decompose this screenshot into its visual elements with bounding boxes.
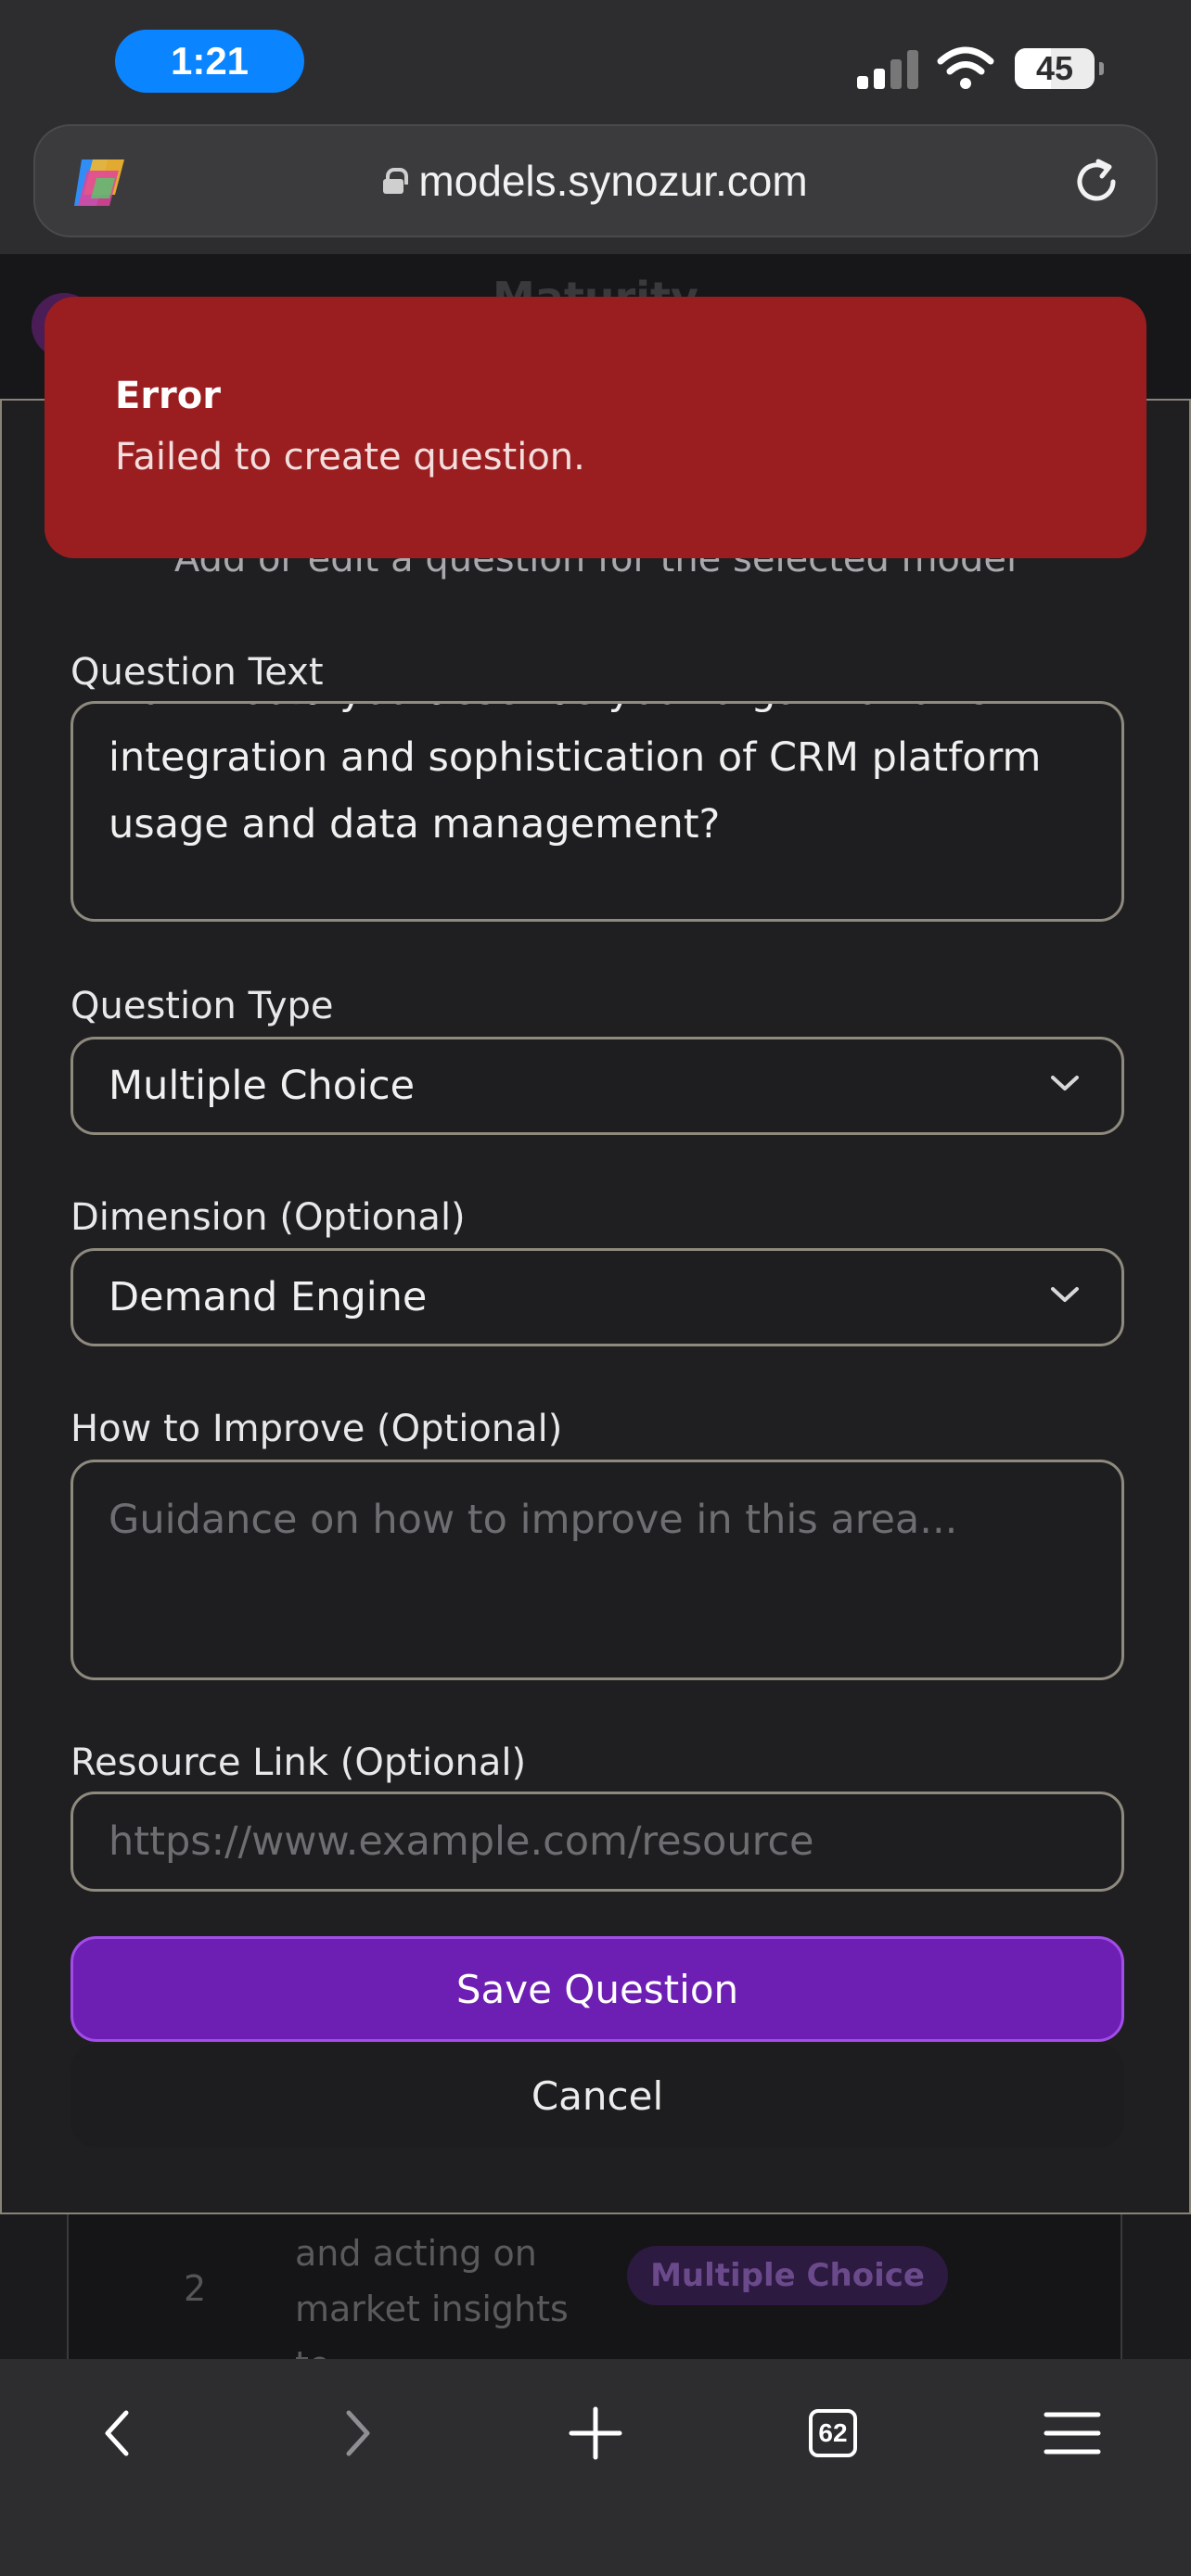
question-text-field[interactable]: How would you describe your organization… bbox=[70, 701, 1124, 922]
lock-icon bbox=[383, 168, 409, 194]
wifi-icon bbox=[937, 46, 994, 89]
cellular-signal-icon bbox=[857, 48, 918, 89]
question-type-label: Question Type bbox=[70, 985, 334, 1027]
hamburger-menu-icon bbox=[1044, 2412, 1101, 2455]
battery-icon: 45 bbox=[1015, 48, 1104, 89]
browser-top-chrome: 1:21 45 models.synozur.com bbox=[0, 0, 1191, 254]
address-bar[interactable]: models.synozur.com bbox=[33, 124, 1158, 237]
question-dialog: Add or edit a question for the selected … bbox=[0, 399, 1191, 2214]
chevron-right-icon bbox=[346, 2410, 370, 2456]
browser-bottom-toolbar: 62 bbox=[0, 2359, 1191, 2576]
new-tab-button[interactable] bbox=[558, 2396, 633, 2470]
toast-title: Error bbox=[115, 375, 221, 417]
chevron-down-icon bbox=[1051, 1076, 1079, 1090]
dimension-label: Dimension (Optional) bbox=[70, 1196, 466, 1239]
chevron-left-icon bbox=[105, 2410, 129, 2456]
how-to-improve-label: How to Improve (Optional) bbox=[70, 1408, 563, 1450]
resource-link-field[interactable]: https://www.example.com/resource bbox=[70, 1792, 1124, 1892]
row-question-text: and acting on market insights to bbox=[295, 2233, 569, 2361]
how-to-improve-placeholder: Guidance on how to improve in this area.… bbox=[109, 1497, 958, 1543]
save-question-button[interactable]: Save Question bbox=[70, 1936, 1124, 2042]
forward-button[interactable] bbox=[321, 2396, 395, 2470]
cancel-button[interactable]: Cancel bbox=[70, 2044, 1124, 2148]
resource-link-placeholder: https://www.example.com/resource bbox=[109, 1818, 814, 1865]
reload-icon[interactable] bbox=[1070, 156, 1122, 208]
question-type-badge: Multiple Choice bbox=[627, 2246, 948, 2305]
question-type-value: Multiple Choice bbox=[109, 1063, 416, 1109]
dimension-select[interactable]: Demand Engine bbox=[70, 1248, 1124, 1346]
question-type-select[interactable]: Multiple Choice bbox=[70, 1037, 1124, 1135]
tabs-button[interactable]: 62 bbox=[796, 2396, 870, 2470]
background-table-row: 2 and acting on market insights to Multi… bbox=[67, 2213, 1122, 2361]
menu-button[interactable] bbox=[1035, 2396, 1109, 2470]
chevron-down-icon bbox=[1051, 1287, 1079, 1302]
toast-message: Failed to create question. bbox=[115, 436, 585, 478]
back-button[interactable] bbox=[80, 2396, 154, 2470]
question-text-value: How would you describe your organization… bbox=[109, 704, 1042, 848]
error-toast[interactable]: Error Failed to create question. bbox=[45, 297, 1146, 558]
tab-count: 62 bbox=[809, 2409, 857, 2457]
row-number: 2 bbox=[184, 2268, 207, 2309]
dimension-value: Demand Engine bbox=[109, 1274, 428, 1320]
battery-level: 45 bbox=[1035, 49, 1074, 87]
resource-link-label: Resource Link (Optional) bbox=[70, 1741, 527, 1784]
url-text[interactable]: models.synozur.com bbox=[418, 156, 807, 206]
status-time: 1:21 bbox=[115, 30, 304, 93]
question-text-label: Question Text bbox=[70, 651, 324, 694]
how-to-improve-field[interactable]: Guidance on how to improve in this area.… bbox=[70, 1460, 1124, 1680]
plus-icon bbox=[569, 2406, 622, 2460]
